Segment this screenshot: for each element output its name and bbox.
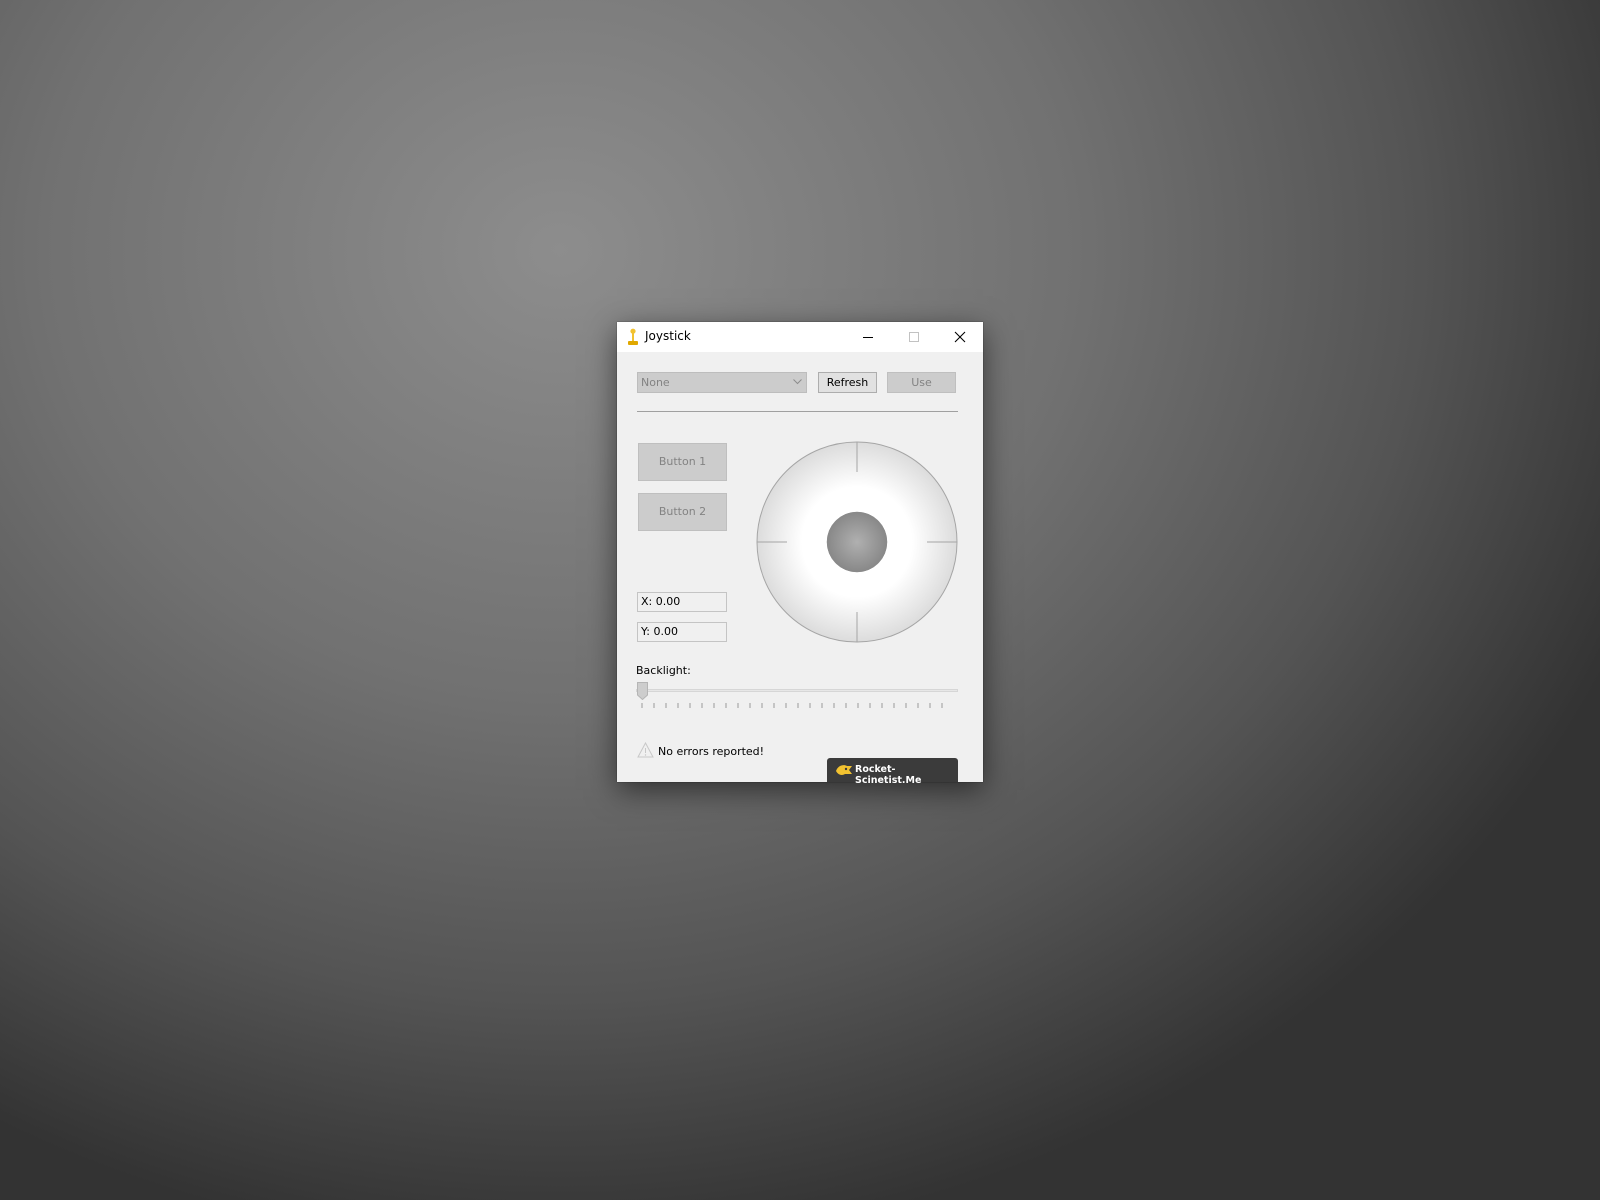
window-title: Joystick — [645, 329, 691, 343]
status-message: No errors reported! — [658, 745, 765, 758]
button-2-indicator: Button 2 — [638, 493, 727, 531]
device-select[interactable]: None — [637, 372, 807, 393]
minimize-button[interactable] — [845, 322, 891, 352]
backlight-slider[interactable] — [636, 677, 959, 713]
title-bar[interactable]: Joystick — [617, 322, 983, 352]
warning-icon — [637, 742, 654, 758]
divider — [637, 411, 958, 412]
slider-handle[interactable] — [637, 682, 648, 700]
x-coordinate-field: X: 0.00 — [637, 592, 727, 612]
device-select-value: None — [641, 376, 670, 389]
rocket-icon — [836, 765, 852, 775]
branding-badge[interactable]: Rocket-Scinetist.Me — [827, 758, 958, 786]
y-coordinate-field: Y: 0.00 — [637, 622, 727, 642]
branding-text: Rocket-Scinetist.Me — [855, 764, 922, 786]
maximize-button[interactable] — [891, 322, 937, 352]
minimize-icon — [863, 337, 873, 338]
maximize-icon — [909, 332, 919, 342]
chevron-down-icon — [793, 379, 802, 385]
joystick-window: Joystick None Refresh Use Button 1 Butto… — [617, 322, 983, 786]
backlight-label: Backlight: — [636, 664, 691, 677]
use-button[interactable]: Use — [887, 372, 956, 393]
slider-ticks — [641, 703, 943, 708]
joystick-pad[interactable] — [756, 441, 958, 643]
button-1-indicator: Button 1 — [638, 443, 727, 481]
close-button[interactable] — [937, 322, 983, 352]
close-icon — [954, 331, 966, 343]
refresh-button[interactable]: Refresh — [818, 372, 877, 393]
joystick-knob[interactable] — [826, 511, 888, 573]
joystick-icon — [628, 328, 638, 345]
slider-groove — [636, 689, 958, 692]
